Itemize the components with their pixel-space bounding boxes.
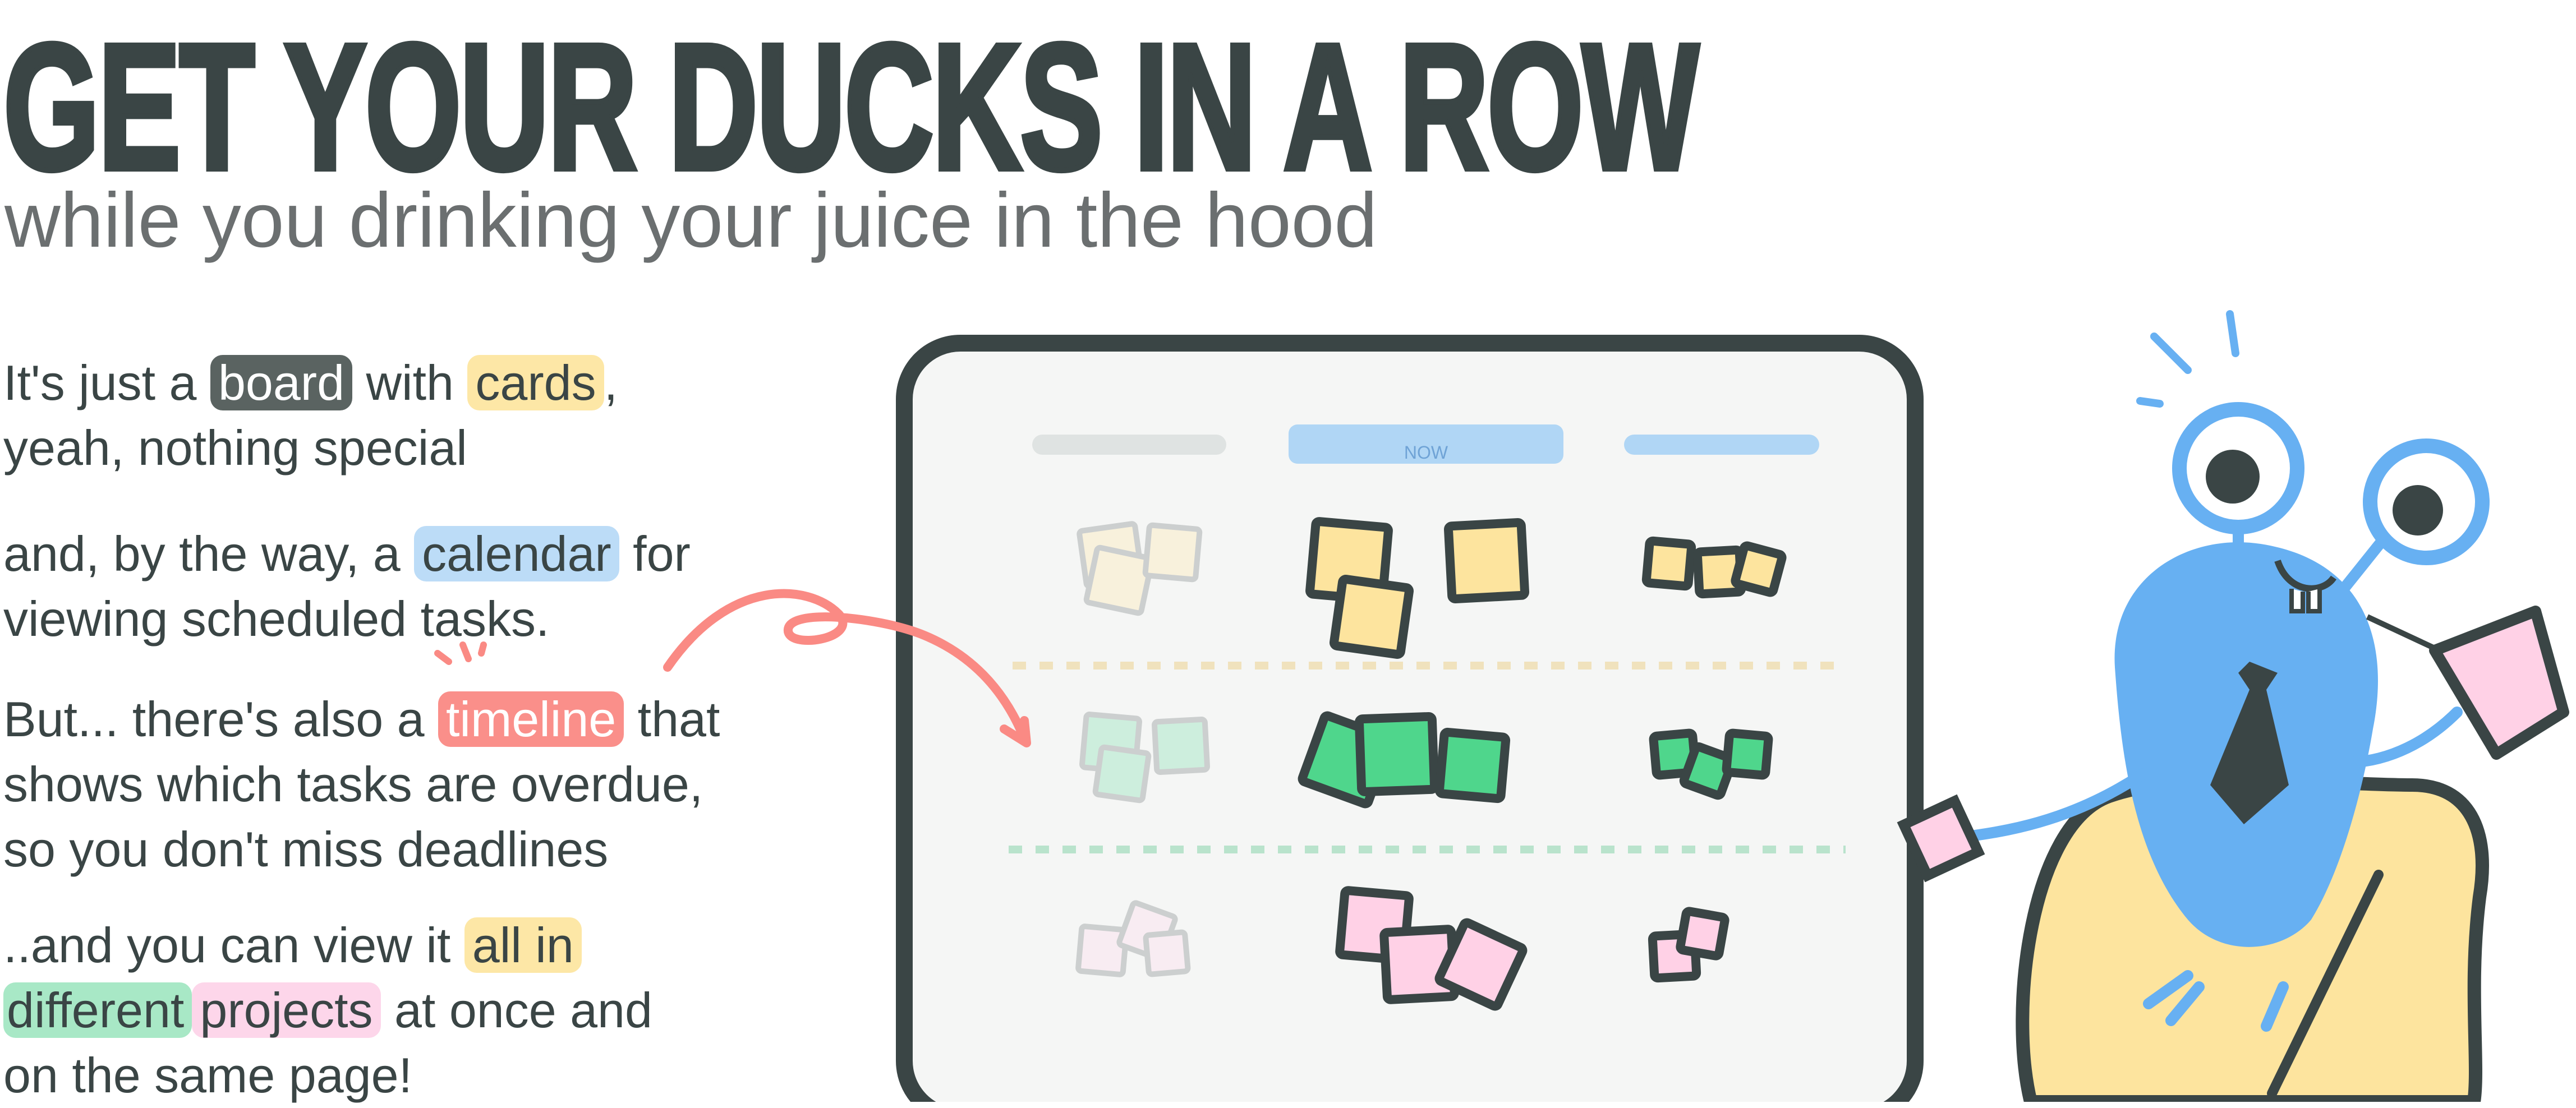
- board-card-pink: [1676, 907, 1729, 961]
- board-card-green: [1354, 712, 1439, 797]
- board-card-yellow: [1641, 536, 1696, 591]
- board-card-yellow: [1142, 522, 1203, 583]
- board-card-green: [1722, 728, 1773, 780]
- spark-lines: [434, 641, 487, 665]
- monster-pupil: [2206, 450, 2260, 504]
- column-header-future: [1624, 435, 1819, 455]
- monster-character: [1897, 310, 2569, 1102]
- board-card-green: [1152, 717, 1210, 775]
- board-card-pink: [1075, 924, 1129, 977]
- board-card-yellow: [1330, 575, 1414, 659]
- board-card-yellow: [1443, 518, 1530, 604]
- monster-pupil: [2393, 485, 2443, 535]
- column-now-label: NOW: [1404, 442, 1448, 463]
- board-card-green: [1434, 727, 1511, 804]
- board-card-yellow: [1083, 544, 1155, 616]
- motion-lines: [2136, 310, 2239, 408]
- board-card-green: [1092, 744, 1152, 804]
- board-card-yellow: [1731, 541, 1787, 597]
- board-card-pink: [1143, 929, 1191, 977]
- illustration: [434, 310, 2569, 1102]
- column-header-past: [1032, 435, 1226, 455]
- juice-cup: [2429, 606, 2569, 760]
